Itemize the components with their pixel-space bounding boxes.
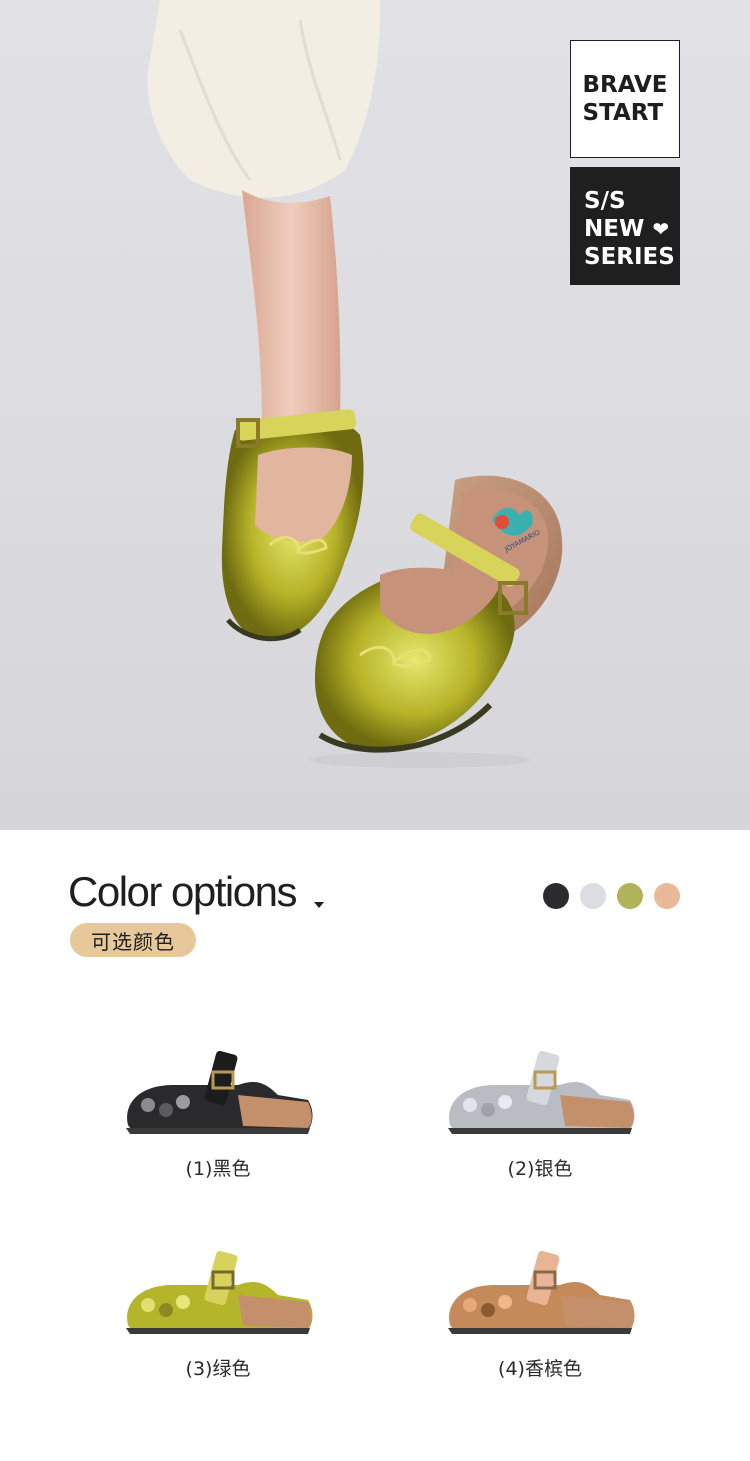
- badge-line-new: NEW ❤: [584, 215, 680, 243]
- product-label-silver: (2)银色: [507, 1158, 573, 1180]
- badge-line-series: SERIES: [584, 244, 675, 270]
- hero-photo: JOYAMARIO BRAVE START S/S NEW ❤ SERIES: [0, 0, 750, 830]
- product-silver: (2)银色: [440, 1050, 640, 1180]
- shoe-silver-image: [448, 1050, 635, 1134]
- color-options-title: Color options: [68, 868, 297, 915]
- product-label-green: (3)绿色: [185, 1358, 251, 1380]
- product-champagne: (4)香槟色: [440, 1250, 640, 1380]
- badge-new-text: NEW: [584, 216, 645, 242]
- brave-start-text: BRAVE START: [582, 72, 668, 126]
- caret-down-icon: [314, 902, 324, 908]
- badge-line-ss: S/S: [584, 188, 626, 214]
- swatch-champagne: [654, 883, 680, 909]
- color-options-subtitle: 可选颜色: [70, 923, 196, 957]
- shoe-green-image: [126, 1250, 313, 1334]
- swatch-silver: [580, 883, 606, 909]
- product-green: (3)绿色: [118, 1250, 318, 1380]
- heart-icon: ❤: [652, 217, 670, 241]
- brave-start-badge: BRAVE START: [570, 40, 680, 158]
- product-label-champagne: (4)香槟色: [498, 1358, 582, 1380]
- swatch-green: [617, 883, 643, 909]
- new-series-badge: S/S NEW ❤ SERIES: [570, 167, 680, 285]
- product-black: (1)黑色: [118, 1050, 318, 1180]
- product-label-black: (1)黑色: [185, 1158, 251, 1180]
- shoe-black-image: [126, 1050, 313, 1134]
- shoe-champagne-image: [448, 1250, 635, 1334]
- color-swatches: [543, 883, 680, 909]
- swatch-black: [543, 883, 569, 909]
